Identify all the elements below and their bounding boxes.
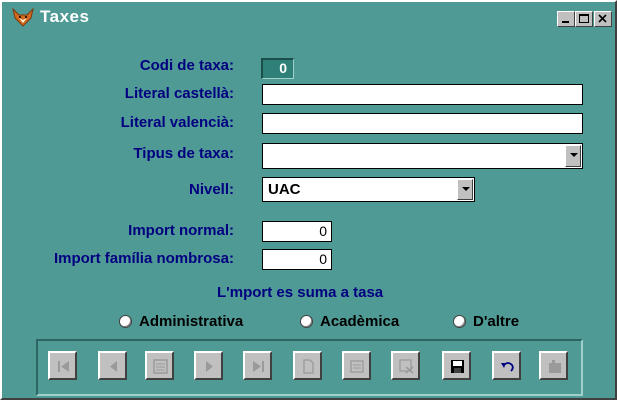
- undo-button[interactable]: [492, 351, 521, 380]
- first-record-icon: [58, 361, 69, 372]
- radio-administrativa[interactable]: Administrativa: [119, 313, 269, 333]
- literal-castella-field[interactable]: [262, 84, 583, 105]
- radio-academica-label: Acadèmica: [320, 313, 400, 330]
- nivell-value: UAC: [268, 181, 301, 198]
- minimize-icon: [562, 21, 569, 23]
- minimize-button[interactable]: [557, 11, 575, 27]
- new-record-button[interactable]: [293, 351, 322, 380]
- window-title: Taxes: [40, 7, 90, 26]
- radio-daltre-label: D'altre: [473, 313, 520, 330]
- close-button[interactable]: [594, 11, 612, 27]
- navigation-toolbar: [36, 339, 583, 396]
- previous-record-icon: [110, 361, 117, 372]
- maximize-button[interactable]: [575, 11, 593, 27]
- tasa-section-label: L'mport es suma a tasa: [217, 284, 384, 301]
- floppy-disk-icon: [451, 360, 464, 373]
- delete-icon: [399, 359, 414, 374]
- import-normal-value: 0: [319, 223, 327, 239]
- taxes-window: Taxes Codi de taxa: 0 Literal castellà: …: [0, 0, 617, 400]
- exit-door-icon: [549, 360, 561, 373]
- search-icon: [153, 359, 168, 374]
- maximize-icon: [579, 14, 589, 23]
- titlebar[interactable]: Taxes: [4, 4, 613, 30]
- radio-administrativa-label: Administrativa: [139, 313, 244, 330]
- tipus-select[interactable]: [262, 143, 583, 169]
- import-familia-field[interactable]: 0: [262, 249, 332, 270]
- import-familia-value: 0: [319, 251, 327, 267]
- nivell-dropdown-button[interactable]: [457, 179, 473, 200]
- previous-record-button[interactable]: [98, 351, 127, 380]
- next-record-button[interactable]: [194, 351, 223, 380]
- radio-academica[interactable]: Acadèmica: [300, 313, 420, 333]
- exit-button[interactable]: [539, 351, 568, 380]
- literal-castella-label: Literal castellà:: [124, 85, 234, 102]
- radio-circle: [119, 315, 132, 328]
- codi-label: Codi de taxa:: [139, 57, 234, 74]
- edit-icon: [350, 360, 364, 373]
- nivell-label: Nivell:: [188, 181, 234, 198]
- edit-record-button[interactable]: [342, 351, 371, 380]
- radio-daltre[interactable]: D'altre: [453, 313, 543, 333]
- literal-valencia-label: Literal valencià:: [120, 114, 234, 131]
- fox-app-icon: [12, 8, 34, 27]
- first-record-button[interactable]: [48, 351, 77, 380]
- close-icon: [598, 14, 607, 23]
- tipus-label: Tipus de taxa:: [133, 145, 234, 162]
- save-button[interactable]: [442, 351, 471, 380]
- last-record-icon: [253, 361, 264, 372]
- codi-value: 0: [279, 60, 287, 76]
- radio-circle: [300, 315, 313, 328]
- delete-record-button[interactable]: [391, 351, 420, 380]
- import-normal-field[interactable]: 0: [262, 221, 332, 242]
- next-record-icon: [206, 361, 213, 372]
- literal-valencia-field[interactable]: [262, 113, 583, 134]
- nivell-select[interactable]: UAC: [262, 177, 475, 202]
- radio-circle: [453, 315, 466, 328]
- import-familia-label: Import família nombrosa:: [53, 250, 234, 267]
- search-button[interactable]: [145, 351, 174, 380]
- undo-icon: [501, 362, 514, 372]
- new-document-icon: [303, 359, 314, 374]
- import-normal-label: Import normal:: [128, 222, 234, 239]
- codi-field[interactable]: 0: [261, 58, 294, 79]
- tipus-dropdown-button[interactable]: [565, 145, 581, 167]
- last-record-button[interactable]: [243, 351, 272, 380]
